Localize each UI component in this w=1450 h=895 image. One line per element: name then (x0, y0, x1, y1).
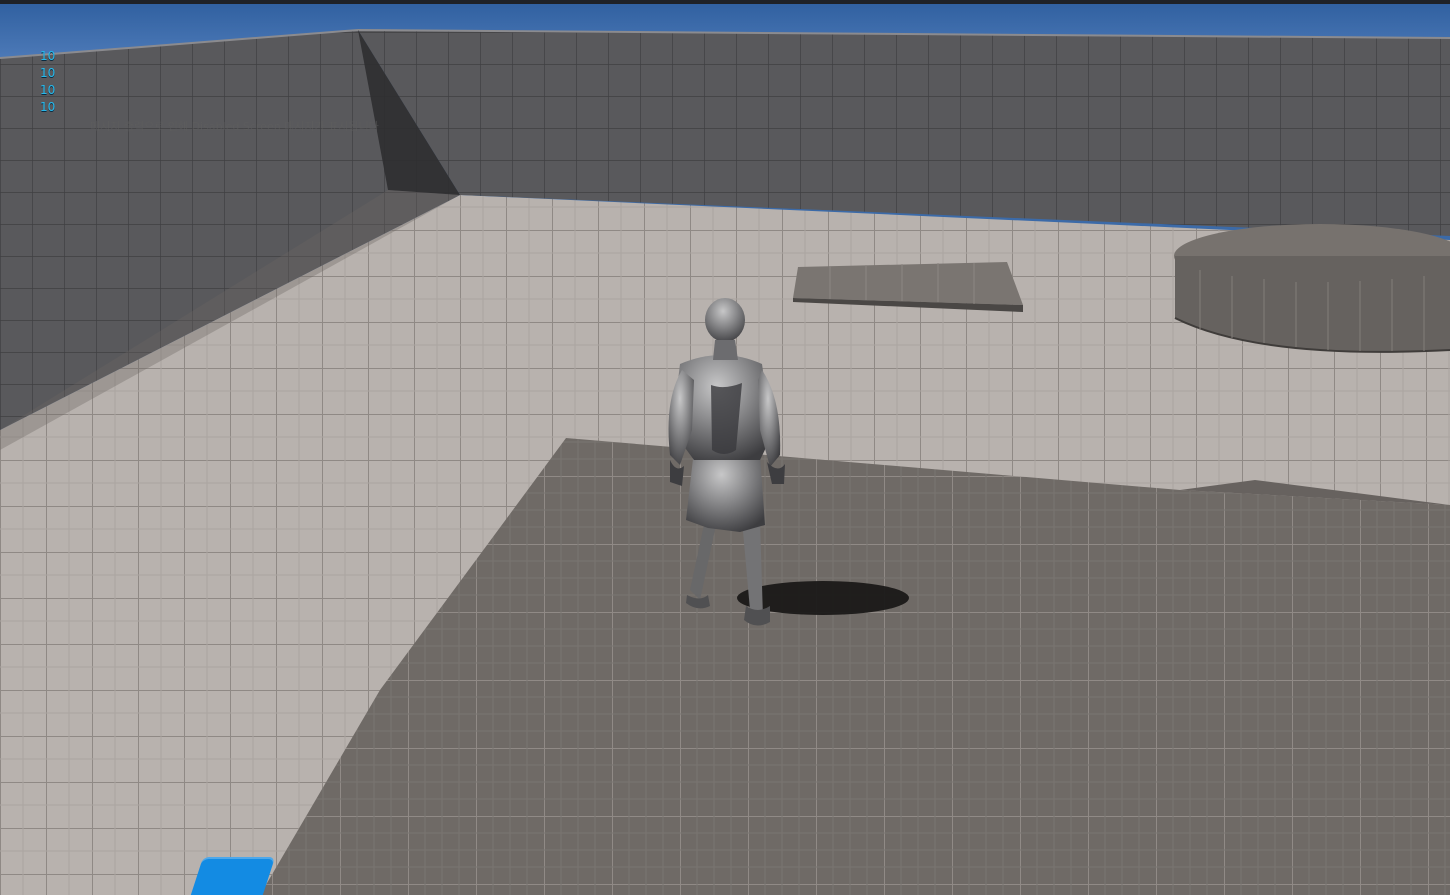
debug-line: 10 (40, 49, 56, 63)
debug-overlay: 10 10 10 10 (40, 48, 460, 116)
ramp (793, 262, 1023, 305)
game-viewport[interactable]: 10 10 10 10 메시지 출력으로 인해 Disabled Screen … (0, 0, 1450, 895)
level-scene (0, 0, 1450, 895)
debug-line: 10 (40, 66, 56, 80)
debug-line: 10 (40, 83, 56, 97)
screen-message: 메시지 출력으로 인해 Disabled Screen 메시지가 표시됩니다 (90, 120, 379, 133)
debug-line: 10 (40, 100, 56, 114)
window-top-strip (0, 0, 1450, 4)
blue-corner-button[interactable] (188, 857, 276, 895)
